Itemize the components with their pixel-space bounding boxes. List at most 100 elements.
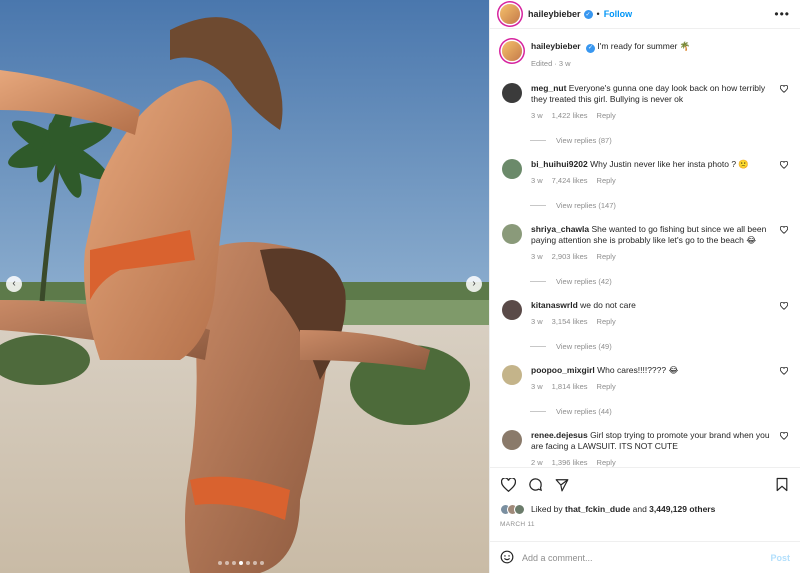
carousel-dot	[246, 561, 250, 565]
save-button[interactable]	[774, 477, 790, 493]
view-replies-button[interactable]: View replies (147)	[530, 201, 790, 210]
reply-button[interactable]: Reply	[597, 457, 616, 467]
carousel-dot	[239, 561, 243, 565]
author-username[interactable]: haileybieber	[528, 9, 581, 19]
view-replies-line	[530, 411, 546, 412]
emoji-icon	[500, 550, 514, 563]
caption-text: I'm ready for summer	[597, 41, 678, 51]
comment-icon	[528, 478, 542, 492]
comment-item: poopoo_mixgirl Who cares!!!!???? 😂 3 w 1,8…	[500, 365, 790, 416]
carousel-dot	[218, 561, 222, 565]
carousel-dot	[225, 561, 229, 565]
view-replies-line	[530, 281, 546, 282]
comment-likes[interactable]: 7,424 likes	[552, 175, 588, 186]
reply-button[interactable]: Reply	[597, 381, 616, 392]
comment-likes[interactable]: 3,154 likes	[552, 316, 588, 327]
view-replies-button[interactable]: View replies (42)	[530, 277, 790, 286]
liked-by-others[interactable]: 3,449,129 others	[649, 504, 715, 514]
view-replies-label: View replies (87)	[556, 136, 612, 145]
comment-like-button[interactable]	[779, 159, 790, 186]
header-separator: •	[596, 9, 600, 19]
add-comment-bar: Post	[490, 541, 800, 573]
comment-username[interactable]: meg_nut	[531, 83, 566, 93]
heart-icon	[779, 366, 789, 375]
comment-age: 3 w	[531, 382, 543, 391]
comment-button[interactable]	[527, 477, 543, 493]
heart-icon	[779, 160, 789, 169]
comment-age: 3 w	[531, 176, 543, 185]
comment-username[interactable]: kitanaswrld	[531, 300, 578, 310]
comment-username[interactable]: bi_huihui9202	[531, 159, 588, 169]
heart-icon	[779, 225, 789, 234]
comment-username[interactable]: renee.dejesus	[531, 430, 588, 440]
view-replies-label: View replies (42)	[556, 277, 612, 286]
carousel-dot	[260, 561, 264, 565]
follow-button[interactable]: Follow	[604, 9, 633, 19]
view-replies-label: View replies (49)	[556, 342, 612, 351]
comment-like-button[interactable]	[779, 83, 790, 121]
comment-like-button[interactable]	[779, 224, 790, 262]
comment-username[interactable]: poopoo_mixgirl	[531, 365, 595, 375]
commenter-avatar[interactable]	[502, 83, 522, 103]
caption-avatar[interactable]	[502, 41, 522, 61]
carousel-next-button[interactable]: ›	[466, 276, 482, 292]
reply-button[interactable]: Reply	[597, 316, 616, 327]
comment-likes[interactable]: 1,422 likes	[552, 110, 588, 121]
liked-by-user[interactable]: that_fckin_dude	[565, 504, 630, 514]
comment-username[interactable]: shriya_chawla	[531, 224, 589, 234]
comment-container: meg_nut Everyone's gunna one day look ba…	[500, 83, 790, 467]
comment-like-button[interactable]	[779, 430, 790, 467]
comment-item: bi_huihui9202 Why Justin never like her …	[500, 159, 790, 210]
heart-icon	[779, 84, 789, 93]
like-button[interactable]	[500, 477, 516, 493]
view-replies-button[interactable]: View replies (49)	[530, 342, 790, 351]
likes-summary: Liked by that_fckin_dude and 3,449,129 o…	[490, 501, 800, 517]
comment-likes[interactable]: 2,903 likes	[552, 251, 588, 262]
share-button[interactable]	[554, 477, 570, 493]
commenter-avatar[interactable]	[502, 159, 522, 179]
post-details-panel: haileybieber ✓ • Follow ••• haileybieber…	[489, 0, 800, 573]
post-comment-button[interactable]: Post	[770, 553, 790, 563]
comment-like-button[interactable]	[779, 365, 790, 392]
chevron-left-icon: ‹	[12, 278, 16, 289]
view-replies-button[interactable]: View replies (87)	[530, 136, 790, 145]
reply-button[interactable]: Reply	[597, 110, 616, 121]
comment-text: we do not care	[580, 300, 636, 310]
reply-button[interactable]: Reply	[597, 175, 616, 186]
commenter-avatar[interactable]	[502, 300, 522, 320]
carousel-dot	[253, 561, 257, 565]
comments-list[interactable]: haileybieber ✓ I'm ready for summer 🌴 Ed…	[490, 29, 800, 467]
carousel-prev-button[interactable]: ‹	[6, 276, 22, 292]
comment-input[interactable]	[522, 552, 771, 563]
carousel-dot	[232, 561, 236, 565]
heart-icon	[779, 431, 789, 440]
heart-icon	[500, 477, 516, 492]
reply-button[interactable]: Reply	[597, 251, 616, 262]
commenter-avatar[interactable]	[502, 224, 522, 244]
post-media[interactable]: ‹ ›	[0, 0, 489, 573]
view-replies-line	[530, 346, 546, 347]
edited-label: Edited · 3 w	[531, 59, 571, 68]
post-date: MARCH 11	[500, 521, 535, 528]
caption: haileybieber ✓ I'm ready for summer 🌴 Ed…	[500, 41, 790, 69]
comment-likes[interactable]: 1,396 likes	[552, 457, 588, 467]
commenter-avatar[interactable]	[502, 430, 522, 450]
comment-text: Everyone's gunna one day look back on ho…	[531, 83, 766, 104]
author-avatar[interactable]	[500, 4, 520, 24]
caption-username[interactable]: haileybieber	[531, 41, 581, 51]
view-replies-button[interactable]: View replies (44)	[530, 407, 790, 416]
comment-age: 2 w	[531, 458, 543, 467]
view-replies-label: View replies (147)	[556, 201, 616, 210]
comment-item: meg_nut Everyone's gunna one day look ba…	[500, 83, 790, 145]
chevron-right-icon: ›	[472, 278, 476, 289]
comment-likes[interactable]: 1,814 likes	[552, 381, 588, 392]
emoji-button[interactable]	[500, 550, 514, 566]
post-header: haileybieber ✓ • Follow •••	[490, 0, 800, 29]
comment-age: 3 w	[531, 252, 543, 261]
bookmark-icon	[776, 477, 788, 492]
comment-like-button[interactable]	[779, 300, 790, 327]
commenter-avatar[interactable]	[502, 365, 522, 385]
more-options-button[interactable]: •••	[774, 7, 790, 21]
comment-text: Who cares!!!!???? 😂	[597, 365, 679, 375]
view-replies-label: View replies (44)	[556, 407, 612, 416]
